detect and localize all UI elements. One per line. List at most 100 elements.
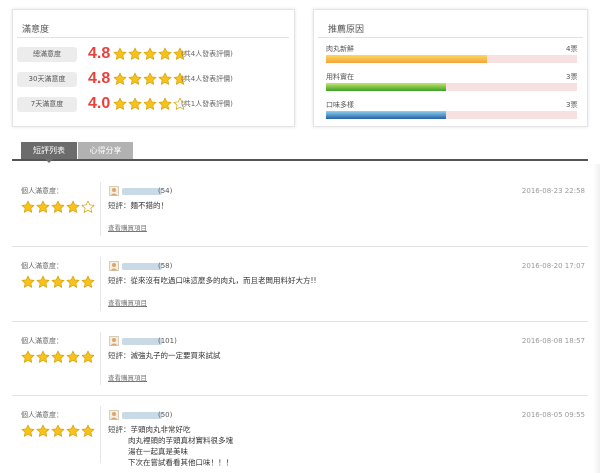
review-divider xyxy=(100,257,101,311)
star-icon xyxy=(128,97,142,110)
reason-count: 3票 xyxy=(566,73,578,81)
review-separator xyxy=(12,395,588,396)
review-stars xyxy=(21,350,96,364)
tab-active-pointer xyxy=(45,159,53,163)
star-icon xyxy=(66,350,80,363)
star-icon xyxy=(36,200,50,213)
reviewer-review-count: (58) xyxy=(158,262,173,270)
review-date: 2016-08-05 09:55 xyxy=(521,411,585,419)
reason-bar-track xyxy=(326,55,577,63)
tab-short-reviews[interactable]: 短評列表 xyxy=(21,142,77,159)
satisfaction-score: 4.8 xyxy=(88,70,111,87)
star-icon xyxy=(51,275,65,288)
reason-count: 3票 xyxy=(566,101,578,109)
star-icon xyxy=(81,424,95,437)
star-icon xyxy=(113,97,127,110)
reason-bar-fill xyxy=(326,55,487,63)
satisfaction-count: (共1人發表評價) xyxy=(181,100,233,108)
star-icon xyxy=(51,350,65,363)
star-icon xyxy=(143,72,157,85)
reason-bar-track xyxy=(326,83,577,91)
review-text-body: 肉丸裡頭的芋頭真材實料很多塊 xyxy=(128,436,233,445)
review-date: 2016-08-23 22:58 xyxy=(521,187,585,195)
reason-label: 肉丸新鮮 xyxy=(326,45,354,53)
user-avatar-icon xyxy=(109,261,119,271)
review-stars xyxy=(21,200,96,214)
review-text-body: 湯在一起真是美味 xyxy=(128,447,188,456)
review-divider xyxy=(100,332,101,385)
tab-experience-share[interactable]: 心得分享 xyxy=(78,142,133,159)
review-separator xyxy=(12,246,588,247)
star-icon xyxy=(66,200,80,213)
satisfaction-count: (共4人發表評價) xyxy=(181,75,233,83)
review-date: 2016-08-20 17:07 xyxy=(521,262,585,270)
reason-label: 用料實在 xyxy=(326,73,354,81)
star-icon xyxy=(36,275,50,288)
reviewer-review-count: (50) xyxy=(158,411,173,419)
review-text: 短評：滅強丸子的一定要買來試試 xyxy=(108,350,221,362)
satisfaction-label: 30天滿意度 xyxy=(17,72,77,87)
user-avatar-icon xyxy=(109,186,119,196)
review-text-body: 滅強丸子的一定要買來試試 xyxy=(130,351,221,360)
view-purchase-link[interactable]: 查看購買項目 xyxy=(108,223,147,233)
star-icon xyxy=(158,47,172,60)
view-purchase-link[interactable]: 查看購買項目 xyxy=(108,298,147,308)
review-separator xyxy=(12,321,588,322)
reviewer-name-blurred xyxy=(122,263,162,270)
review-text: 短評：從來沒有吃過口味這麼多的肉丸，而且老闆用料好大方!! xyxy=(108,275,317,287)
star-icon xyxy=(128,47,142,60)
satisfaction-stars xyxy=(113,97,188,111)
reason-bar-fill xyxy=(326,111,447,119)
review-divider xyxy=(100,182,101,236)
satisfaction-score: 4.0 xyxy=(88,95,111,112)
reviewer-name-blurred xyxy=(122,412,162,419)
scroll-edge xyxy=(593,164,600,473)
review-text-key: 短評： xyxy=(108,351,131,360)
review-divider xyxy=(100,406,101,463)
star-icon xyxy=(81,350,95,363)
satisfaction-count: (共4人發表評價) xyxy=(181,50,233,58)
review-text-key: 短評： xyxy=(108,201,131,210)
user-avatar-icon xyxy=(109,336,119,346)
satisfaction-stars xyxy=(113,47,188,61)
star-icon xyxy=(36,424,50,437)
review-text-body: 麵不錯的！ xyxy=(130,201,169,210)
satisfaction-divider xyxy=(17,37,289,38)
reviewer-review-count: (54) xyxy=(158,187,173,195)
view-purchase-link[interactable]: 查看購買項目 xyxy=(108,373,147,383)
star-icon xyxy=(66,275,80,288)
star-icon xyxy=(113,47,127,60)
star-icon xyxy=(158,97,172,110)
reasons-divider xyxy=(318,37,583,38)
star-icon xyxy=(21,200,35,213)
star-icon xyxy=(81,200,95,213)
satisfaction-score: 4.8 xyxy=(88,45,111,62)
star-icon xyxy=(113,72,127,85)
review-text: 下次在嘗試看看其他口味！！！ xyxy=(128,457,233,469)
review-satisfaction-label: 個人滿意度： xyxy=(21,337,63,345)
satisfaction-stars xyxy=(113,72,188,86)
reviewer-name-blurred xyxy=(122,188,162,195)
tab-underline xyxy=(12,159,588,161)
review-satisfaction-label: 個人滿意度： xyxy=(21,262,63,270)
satisfaction-label: 7天滿意度 xyxy=(17,97,77,112)
reason-bar-track xyxy=(326,111,577,119)
star-icon xyxy=(36,350,50,363)
reviewer-name-blurred xyxy=(122,338,162,345)
satisfaction-title: 滿意度 xyxy=(22,25,50,35)
reason-bar-fill xyxy=(326,83,447,91)
review-text-key: 短評： xyxy=(108,276,131,285)
reason-label: 口味多樣 xyxy=(326,101,354,109)
reason-count: 4票 xyxy=(566,45,578,53)
review-text-key: 短評： xyxy=(108,425,131,434)
star-icon xyxy=(21,350,35,363)
star-icon xyxy=(143,97,157,110)
star-icon xyxy=(21,275,35,288)
review-text-body: 下次在嘗試看看其他口味！！！ xyxy=(128,458,233,467)
star-icon xyxy=(51,200,65,213)
review-text-body: 從來沒有吃過口味這麼多的肉丸，而且老闆用料好大方!! xyxy=(130,276,317,285)
review-date: 2016-08-08 18:57 xyxy=(521,337,585,345)
review-satisfaction-label: 個人滿意度： xyxy=(21,187,63,195)
reasons-title: 推薦原因 xyxy=(328,25,365,35)
star-icon xyxy=(51,424,65,437)
